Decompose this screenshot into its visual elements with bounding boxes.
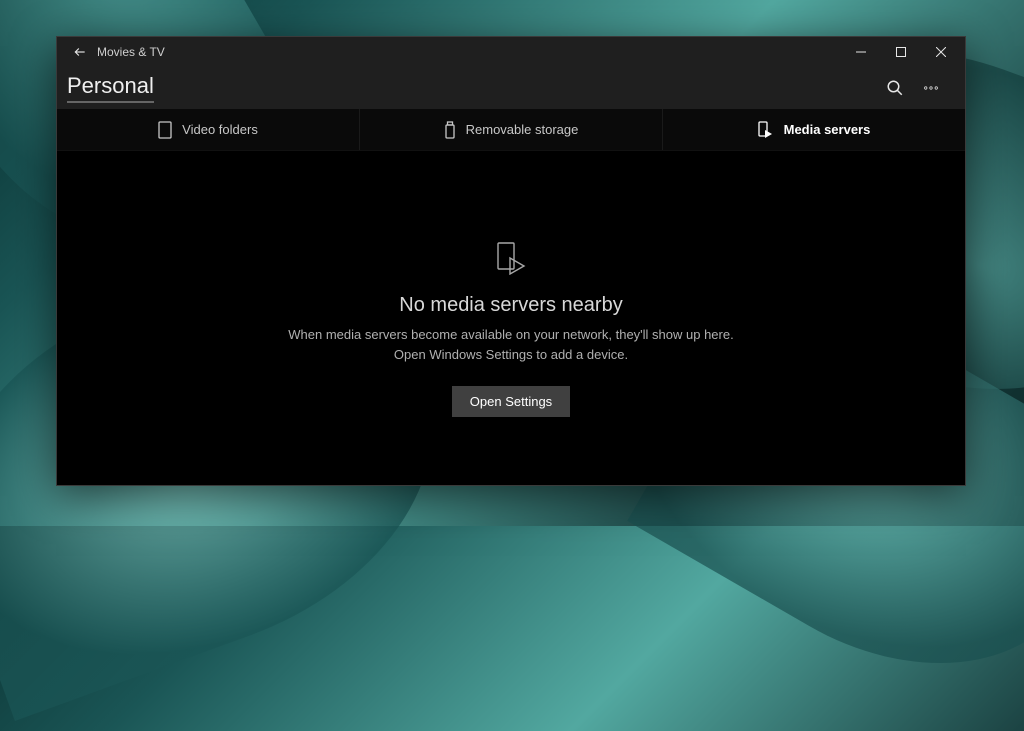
usb-icon [444, 121, 456, 139]
content-area: No media servers nearby When media serve… [57, 151, 965, 485]
back-button[interactable] [65, 45, 95, 59]
empty-state-line1: When media servers become available on y… [288, 325, 733, 345]
minimize-button[interactable] [841, 38, 881, 66]
tab-media-servers[interactable]: Media servers [663, 109, 965, 150]
tab-label: Media servers [784, 122, 871, 137]
folder-icon [158, 121, 172, 139]
empty-state-heading: No media servers nearby [399, 294, 622, 317]
more-button[interactable] [913, 70, 949, 106]
titlebar: Movies & TV [57, 37, 965, 67]
subheader: Personal [57, 67, 965, 109]
close-button[interactable] [921, 38, 961, 66]
empty-state-line2: Open Windows Settings to add a device. [394, 345, 628, 365]
tab-label: Removable storage [466, 122, 579, 137]
media-server-empty-icon [496, 241, 526, 280]
tab-label: Video folders [182, 122, 258, 137]
app-window: Movies & TV Personal Video folders [56, 36, 966, 486]
tabs-row: Video folders Removable storage Media se… [57, 109, 965, 151]
media-server-icon [758, 121, 774, 139]
open-settings-button[interactable]: Open Settings [452, 386, 570, 417]
maximize-button[interactable] [881, 38, 921, 66]
tab-video-folders[interactable]: Video folders [57, 109, 360, 150]
page-title: Personal [67, 73, 154, 103]
tab-removable-storage[interactable]: Removable storage [360, 109, 663, 150]
app-title: Movies & TV [95, 45, 165, 59]
search-button[interactable] [877, 70, 913, 106]
